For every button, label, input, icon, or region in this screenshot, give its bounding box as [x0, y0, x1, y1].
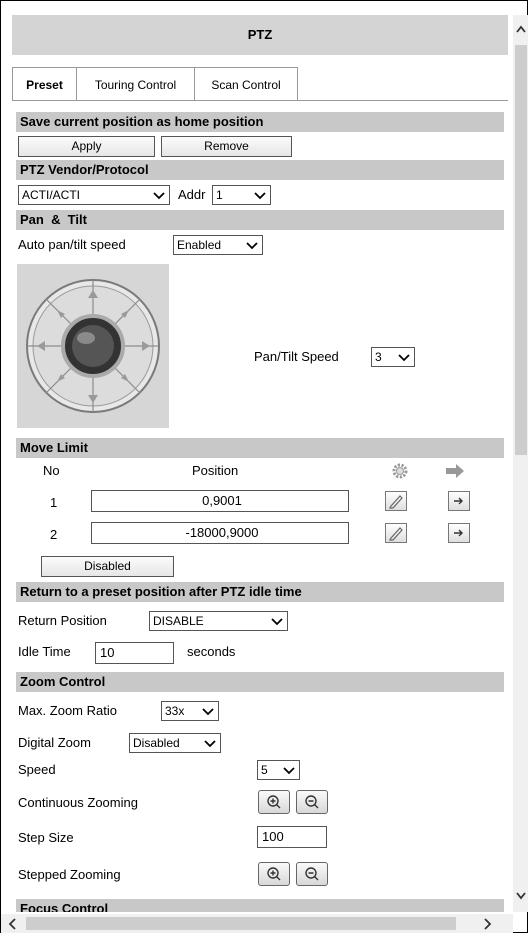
focus-section-header: Focus Control — [16, 899, 504, 912]
chevron-down-icon — [283, 767, 295, 775]
ptz-title: PTZ — [247, 27, 273, 42]
chevron-down-icon — [254, 192, 266, 200]
joystick-icon[interactable] — [17, 264, 169, 428]
protocol-select[interactable]: ACTI/ACTI — [18, 185, 170, 205]
arrow-right-icon — [446, 464, 464, 478]
idle-time-unit: seconds — [187, 644, 236, 659]
col-no: No — [43, 463, 60, 478]
digital-zoom-label: Digital Zoom — [18, 735, 91, 750]
chevron-down-icon — [246, 242, 258, 250]
return-position-value: DISABLE — [153, 614, 204, 628]
addr-select[interactable]: 1 — [212, 185, 271, 205]
scroll-right-icon[interactable] — [481, 917, 493, 931]
move-limit-row-no: 1 — [50, 495, 58, 510]
vertical-scrollbar[interactable] — [513, 15, 528, 912]
edit-position-2-button[interactable] — [385, 523, 407, 543]
move-limit-toggle-button[interactable]: Disabled — [41, 556, 174, 577]
digital-zoom-select[interactable]: Disabled — [129, 733, 221, 753]
tab-preset[interactable]: Preset — [12, 67, 77, 101]
auto-speed-select[interactable]: Enabled — [173, 235, 263, 255]
stepped-zoom-out-button[interactable] — [296, 862, 328, 886]
goto-position-2-button[interactable] — [448, 523, 470, 543]
return-position-label: Return Position — [18, 613, 107, 628]
chevron-down-icon — [153, 192, 165, 200]
continuous-zoom-label: Continuous Zooming — [18, 795, 138, 810]
pantilt-speed-value: 3 — [375, 350, 382, 364]
pantilt-speed-label: Pan/Tilt Speed — [254, 349, 339, 364]
arrow-right-icon — [454, 497, 463, 505]
move-limit-row-no: 2 — [50, 527, 58, 542]
scroll-up-icon[interactable] — [514, 23, 528, 35]
pantilt-speed-select[interactable]: 3 — [371, 347, 415, 367]
tab-scan-control[interactable]: Scan Control — [194, 67, 298, 101]
zoom-section-header: Zoom Control — [16, 672, 504, 692]
arrow-right-icon — [454, 529, 463, 537]
chevron-down-icon — [202, 708, 214, 716]
digital-zoom-value: Disabled — [133, 736, 180, 750]
zoom-speed-select[interactable]: 5 — [257, 760, 300, 780]
auto-speed-label: Auto pan/tilt speed — [18, 237, 126, 252]
horizontal-scroll-thumb[interactable] — [26, 917, 456, 930]
pencil-icon — [389, 495, 403, 509]
tab-touring-control[interactable]: Touring Control — [76, 67, 195, 101]
chevron-down-icon — [271, 618, 283, 626]
home-section-header: Save current position as home position — [16, 112, 504, 132]
continuous-zoom-in-button[interactable] — [258, 790, 290, 814]
pencil-icon — [389, 527, 403, 541]
continuous-zoom-out-button[interactable] — [296, 790, 328, 814]
step-size-label: Step Size — [18, 830, 74, 845]
zoom-in-icon — [267, 867, 281, 881]
auto-speed-value: Enabled — [177, 238, 222, 252]
idle-time-label: Idle Time — [18, 644, 71, 659]
chevron-down-icon — [398, 354, 410, 362]
zoom-out-icon — [305, 867, 319, 881]
vendor-section-header: PTZ Vendor/Protocol — [16, 160, 504, 180]
chevron-down-icon — [204, 740, 216, 748]
return-position-select[interactable]: DISABLE — [149, 611, 288, 631]
protocol-select-value: ACTI/ACTI — [22, 188, 81, 202]
return-section-header: Return to a preset position after PTZ id… — [16, 582, 504, 602]
edit-position-1-button[interactable] — [385, 491, 407, 511]
zoom-speed-label: Speed — [18, 762, 56, 777]
max-zoom-value: 33x — [165, 704, 185, 718]
vertical-scroll-thumb[interactable] — [515, 45, 527, 455]
remove-button[interactable]: Remove — [161, 136, 292, 157]
tab-bar: Preset Touring Control Scan Control — [12, 55, 508, 101]
step-size-input[interactable]: 100 — [257, 826, 327, 848]
move-limit-position-2[interactable]: -18000,9000 — [91, 522, 349, 544]
move-limit-position-1[interactable]: 0,9001 — [91, 490, 349, 512]
stepped-zoom-label: Stepped Zooming — [18, 867, 121, 882]
stepped-zoom-in-button[interactable] — [258, 862, 290, 886]
horizontal-scrollbar[interactable] — [1, 914, 513, 933]
move-limit-section-header: Move Limit — [16, 438, 504, 458]
ptz-title-bar: PTZ — [12, 15, 508, 55]
pantilt-section-header: Pan & Tilt — [16, 210, 504, 230]
scroll-left-icon[interactable] — [7, 917, 19, 931]
zoom-in-icon — [267, 795, 281, 809]
scroll-down-icon[interactable] — [514, 890, 528, 902]
ptz-window: PTZ Preset Touring Control Scan Control … — [0, 0, 528, 933]
max-zoom-select[interactable]: 33x — [161, 701, 219, 721]
goto-position-1-button[interactable] — [448, 491, 470, 511]
col-position: Position — [192, 463, 239, 478]
addr-label: Addr — [178, 187, 206, 202]
zoom-speed-value: 5 — [261, 763, 268, 777]
joystick-panel — [17, 264, 169, 428]
zoom-out-icon — [305, 795, 319, 809]
gear-icon — [392, 463, 408, 479]
addr-select-value: 1 — [216, 188, 223, 202]
preset-panel: Save current position as home position A… — [12, 100, 508, 912]
idle-time-input[interactable]: 10 — [95, 642, 174, 664]
max-zoom-label: Max. Zoom Ratio — [18, 703, 117, 718]
apply-button[interactable]: Apply — [18, 136, 155, 157]
